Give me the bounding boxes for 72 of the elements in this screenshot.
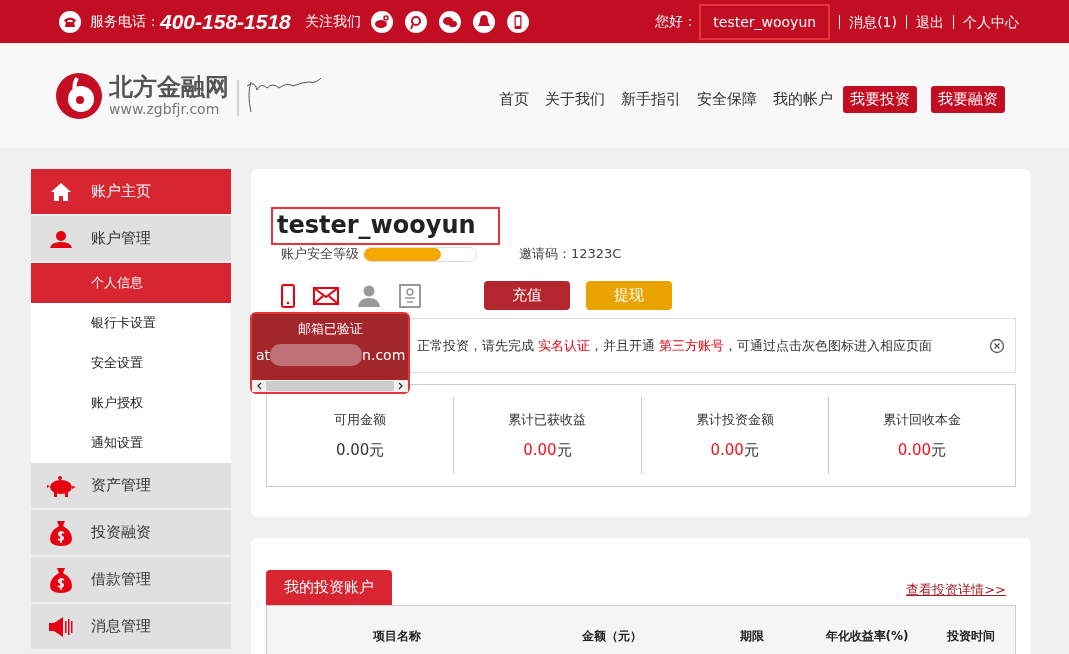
logo-icon [55, 71, 103, 120]
house-icon [50, 181, 72, 202]
id-card-icon[interactable] [399, 283, 421, 308]
column-header: 投资时间 [946, 627, 996, 645]
mobile-phone-icon[interactable] [506, 10, 529, 33]
social-icon[interactable] [370, 10, 393, 33]
money-bag-icon [49, 519, 73, 546]
close-icon[interactable] [989, 337, 1005, 354]
nav-link[interactable]: 新手指引 [621, 90, 681, 109]
sidebar-subitem[interactable]: 银行卡设置 [31, 303, 231, 343]
recharge-button[interactable]: 充值 [484, 281, 570, 310]
investment-details-link[interactable]: 查看投资详情>> [906, 581, 1006, 599]
envelope-icon[interactable] [313, 286, 339, 305]
nav-button[interactable]: 我要投资 [843, 86, 917, 113]
sidebar-item[interactable]: 账户管理 [31, 216, 231, 261]
security-level-label: 账户安全等级 [281, 245, 359, 263]
sidebar-subitem[interactable]: 个人信息 [31, 263, 231, 303]
stat-label: 累计已获收益 [508, 411, 587, 429]
sidebar-item[interactable]: 投资融资 [31, 510, 231, 555]
top-link[interactable]: 消息(1) [839, 14, 897, 29]
column-header: 期限 [739, 627, 765, 645]
stat-label: 累计投资金额 [695, 411, 774, 429]
piggy-bank-icon [46, 474, 76, 497]
stat-value: 0.00元 [710, 441, 759, 460]
username-link[interactable]: tester_wooyun [699, 3, 831, 40]
nav-link[interactable]: 关于我们 [545, 90, 605, 109]
notice-link[interactable]: 第三方账号 [659, 337, 725, 353]
sidebar-item[interactable]: 借款管理 [31, 557, 231, 602]
nav-button[interactable]: 我要融资 [931, 86, 1005, 113]
stat-value: 0.00元 [897, 441, 947, 460]
person-icon[interactable] [357, 284, 381, 307]
hotline-label: 服务电话： [90, 12, 160, 31]
nav-link[interactable]: 首页 [499, 90, 529, 109]
sidebar-subitem[interactable]: 通知设置 [31, 423, 231, 463]
popup-title: 邮箱已验证 [296, 320, 364, 338]
person-icon [49, 229, 73, 248]
follow-label: 关注我们 [304, 12, 361, 31]
invite-code: 邀请码：12323C [519, 245, 622, 263]
social-icon[interactable] [404, 10, 427, 33]
money-bag-icon [49, 566, 73, 593]
nav-link[interactable]: 安全保障 [697, 90, 757, 109]
stat-value: 0.00元 [335, 441, 385, 460]
chat-bubbles-icon[interactable] [438, 10, 461, 33]
sidebar-item[interactable]: 消息管理 [31, 604, 231, 649]
sidebar-subitem[interactable]: 账户授权 [31, 383, 231, 423]
top-link[interactable]: 个人中心 [953, 14, 1019, 29]
stat-label: 可用金额 [334, 411, 387, 429]
logo-url: www.zgbfjr.com [109, 100, 221, 117]
username-title: tester_wooyun [271, 207, 500, 245]
column-header: 金额（元） [581, 627, 643, 645]
hotline-number: 400-158-1518 [160, 9, 291, 34]
telephone-icon [58, 9, 82, 34]
column-header: 年化收益率(%) [824, 627, 910, 645]
sidebar-subitem[interactable]: 安全设置 [31, 343, 231, 383]
greeting-label: 您好： [655, 12, 698, 31]
email-end: n.com [362, 347, 406, 363]
stat-label: 累计回收本金 [882, 411, 961, 429]
sidebar-item[interactable]: 资产管理 [31, 463, 231, 508]
notice-link[interactable]: 实名认证 [538, 337, 591, 353]
email-start: at [256, 347, 271, 363]
speaker-icon [48, 615, 74, 638]
notice-text: 正常投资，请先完成 实名认证，并且开通 第三方账号，可通过点击灰色图标进入相应页面 [417, 336, 933, 355]
penguin-icon[interactable] [472, 10, 495, 33]
stat-value: 0.00元 [523, 441, 572, 460]
sidebar-item[interactable]: 账户主页 [31, 169, 231, 214]
nav-link[interactable]: 我的帐户 [773, 90, 833, 109]
logo-name: 北方金融网 [109, 74, 229, 101]
column-header: 项目名称 [372, 627, 422, 645]
mobile-phone-icon[interactable] [281, 283, 295, 308]
top-link[interactable]: 退出 [906, 14, 944, 29]
investment-account-tab[interactable]: 我的投资账户 [266, 570, 392, 605]
horizontal-scrollbar[interactable] [252, 380, 408, 392]
